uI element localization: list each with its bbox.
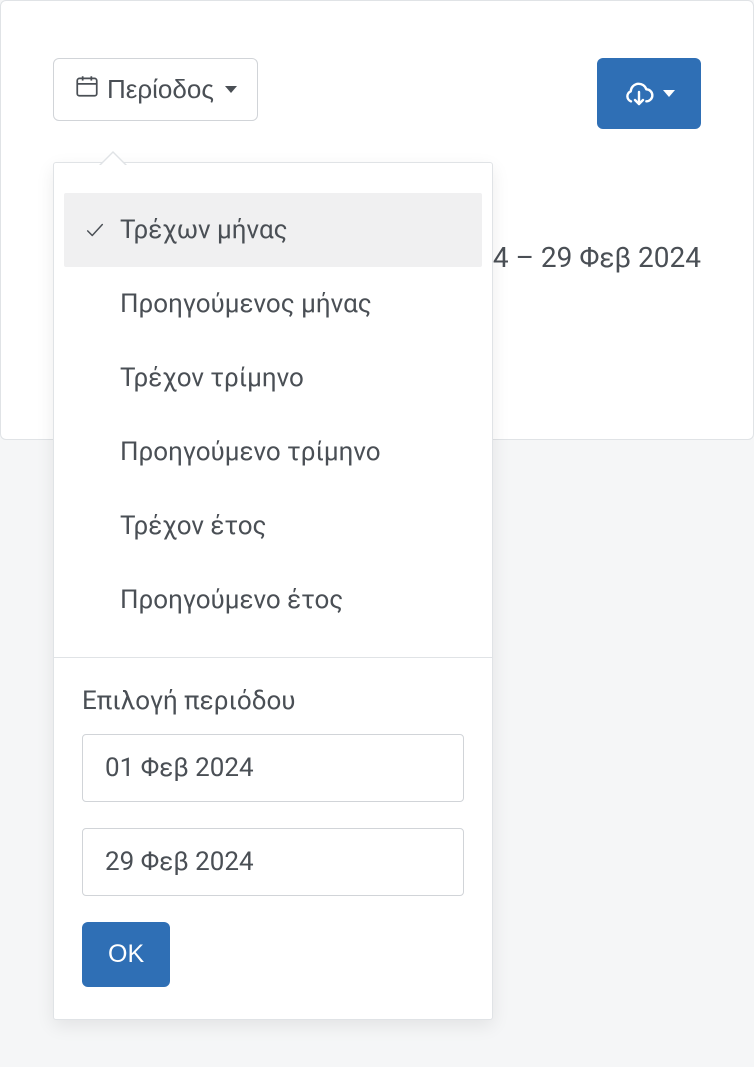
dropdown-item-0[interactable]: Τρέχων μήνας <box>64 193 482 267</box>
dropdown-item-4[interactable]: Τρέχον έτος <box>64 489 482 563</box>
chevron-down-icon <box>663 90 675 97</box>
period-button-label: Περίοδος <box>107 74 214 105</box>
date-to-input[interactable] <box>82 828 464 896</box>
period-dropdown: Τρέχων μήνας Προηγούμενος μήνας Τρέχον τρί… <box>53 162 493 1020</box>
dropdown-item-5[interactable]: Προηγούμενο έτος <box>64 563 482 637</box>
dropdown-item-label: Προηγούμενο τρίμηνο <box>120 437 381 467</box>
download-button[interactable] <box>597 58 701 129</box>
dropdown-item-2[interactable]: Τρέχον τρίμηνο <box>64 341 482 415</box>
dropdown-item-label: Προηγούμενος μήνας <box>120 289 372 319</box>
topbar: Περίοδος <box>53 58 701 129</box>
dropdown-arrow <box>99 151 127 165</box>
custom-period-title: Επιλογή περιόδου <box>82 686 464 716</box>
dropdown-item-label: Προηγούμενο έτος <box>120 585 343 615</box>
main-card: Περίοδος 01 Φεβ 2024 – 29 Φεβ 2024 Τρέχω… <box>0 0 754 440</box>
dropdown-item-label: Τρέχον έτος <box>120 511 267 541</box>
cloud-download-icon <box>623 76 655 111</box>
date-from-input[interactable] <box>82 734 464 802</box>
dropdown-item-label: Τρέχων μήνας <box>120 215 288 245</box>
ok-button[interactable]: OK <box>82 922 170 987</box>
calendar-icon <box>74 73 100 106</box>
dropdown-item-1[interactable]: Προηγούμενος μήνας <box>64 267 482 341</box>
dropdown-list: Τρέχων μήνας Προηγούμενος μήνας Τρέχον τρί… <box>54 163 492 657</box>
custom-period-section: Επιλογή περιόδου OK <box>54 658 492 1019</box>
dropdown-item-3[interactable]: Προηγούμενο τρίμηνο <box>64 415 482 489</box>
check-icon <box>82 219 108 241</box>
period-button[interactable]: Περίοδος <box>53 58 258 121</box>
chevron-down-icon <box>225 86 237 93</box>
dropdown-item-label: Τρέχον τρίμηνο <box>120 363 304 393</box>
